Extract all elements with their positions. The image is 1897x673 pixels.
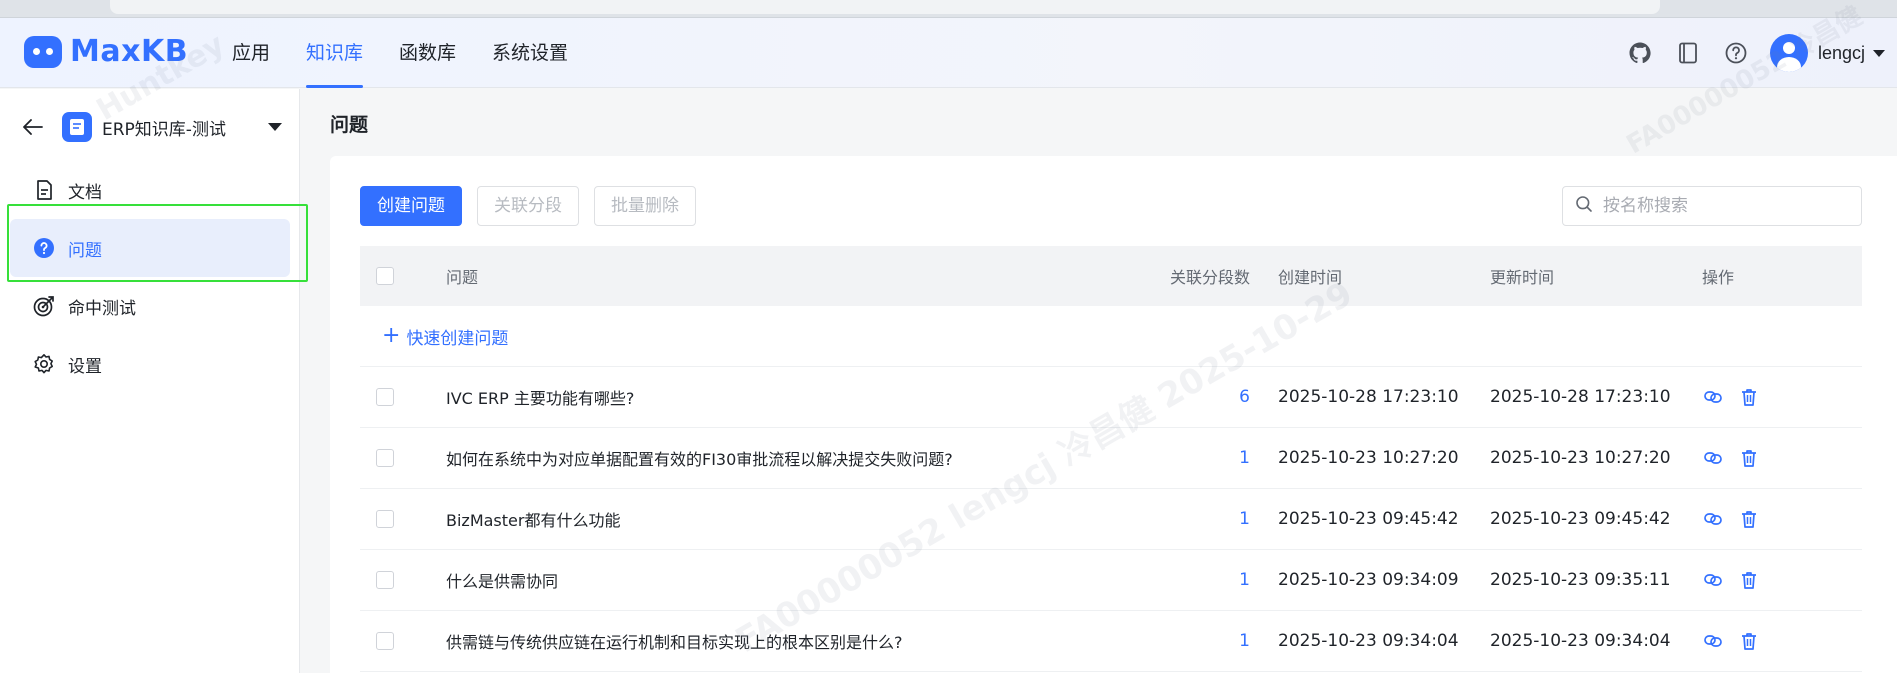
user-menu-chevron-down-icon[interactable] bbox=[1873, 49, 1885, 57]
search-box[interactable] bbox=[1562, 186, 1862, 226]
row-checkbox[interactable] bbox=[376, 449, 394, 467]
row-count[interactable]: 1 bbox=[1160, 448, 1260, 468]
link-icon[interactable] bbox=[1702, 569, 1724, 591]
delete-icon[interactable] bbox=[1738, 508, 1760, 530]
row-updated: 2025-10-28 17:23:10 bbox=[1490, 387, 1671, 407]
delete-icon[interactable] bbox=[1738, 569, 1760, 591]
table-row[interactable]: IVC ERP 主要功能有哪些? 6 2025-10-28 17:23:10 2… bbox=[360, 367, 1862, 428]
row-created: 2025-10-28 17:23:10 bbox=[1278, 387, 1459, 407]
avatar[interactable] bbox=[1769, 34, 1808, 72]
plus-icon: + bbox=[382, 323, 401, 348]
link-segments-button[interactable]: 关联分段 bbox=[477, 186, 579, 226]
row-checkbox[interactable] bbox=[376, 510, 394, 528]
row-updated: 2025-10-23 09:35:11 bbox=[1490, 570, 1671, 590]
row-updated: 2025-10-23 10:27:20 bbox=[1490, 448, 1671, 468]
target-icon bbox=[32, 294, 56, 318]
address-bar[interactable] bbox=[110, 0, 1660, 14]
question-icon bbox=[32, 236, 56, 260]
column-header-question: 问题 bbox=[446, 268, 479, 287]
questions-table: 问题 关联分段数 创建时间 更新时间 操作 + 快速创建问题 IVC ERP 主… bbox=[360, 246, 1862, 672]
delete-icon[interactable] bbox=[1738, 447, 1760, 469]
knowledge-base-name: ERP知识库-测试 bbox=[102, 119, 226, 140]
sidebar-item-label: 命中测试 bbox=[68, 298, 136, 319]
quick-create-label: 快速创建问题 bbox=[406, 328, 509, 349]
nav-item-knowledge[interactable]: 知识库 bbox=[306, 18, 364, 88]
sidebar-item-label: 文档 bbox=[68, 182, 102, 203]
main-nav: 应用 知识库 函数库 系统设置 bbox=[232, 18, 568, 88]
delete-icon[interactable] bbox=[1738, 630, 1760, 652]
search-icon bbox=[1575, 195, 1593, 217]
row-updated: 2025-10-23 09:34:04 bbox=[1490, 631, 1671, 651]
document-icon bbox=[32, 178, 56, 202]
logo-text: MaxKB bbox=[70, 34, 189, 69]
row-checkbox[interactable] bbox=[376, 632, 394, 650]
row-created: 2025-10-23 09:34:09 bbox=[1278, 570, 1459, 590]
quick-create-question-link[interactable]: + 快速创建问题 bbox=[360, 306, 1862, 367]
sidebar: ERP知识库-测试 文档 问题 命中测试 设置 bbox=[0, 89, 300, 673]
chevron-down-icon[interactable] bbox=[268, 123, 282, 131]
row-question[interactable]: 如何在系统中为对应单据配置有效的FI30审批流程以解决提交失败问题? bbox=[446, 446, 1160, 470]
top-header: MaxKB 应用 知识库 函数库 系统设置 lengcj bbox=[0, 18, 1897, 88]
column-header-count: 关联分段数 bbox=[1169, 268, 1250, 287]
table-header: 问题 关联分段数 创建时间 更新时间 操作 bbox=[360, 246, 1862, 306]
create-question-button[interactable]: 创建问题 bbox=[360, 186, 462, 226]
username[interactable]: lengcj bbox=[1818, 43, 1865, 64]
questions-card: 创建问题 关联分段 批量删除 问题 关联分段数 创建时间 更新时间 操作 + 快… bbox=[330, 156, 1897, 673]
sidebar-item-label: 问题 bbox=[68, 240, 102, 261]
page-title: 问题 bbox=[330, 114, 369, 136]
table-row[interactable]: 如何在系统中为对应单据配置有效的FI30审批流程以解决提交失败问题? 1 202… bbox=[360, 428, 1862, 489]
row-created: 2025-10-23 09:45:42 bbox=[1278, 509, 1459, 529]
knowledge-base-switcher[interactable]: ERP知识库-测试 bbox=[20, 111, 282, 143]
nav-item-apps[interactable]: 应用 bbox=[232, 18, 270, 88]
nav-item-functions[interactable]: 函数库 bbox=[399, 18, 456, 88]
sidebar-item-settings[interactable]: 设置 bbox=[10, 335, 290, 393]
app-logo[interactable]: MaxKB bbox=[24, 34, 188, 69]
row-count[interactable]: 1 bbox=[1160, 570, 1260, 590]
robot-logo-icon bbox=[24, 35, 62, 68]
sidebar-item-hit-test[interactable]: 命中测试 bbox=[10, 277, 290, 335]
sidebar-menu: 文档 问题 命中测试 设置 bbox=[10, 161, 290, 393]
sidebar-item-questions[interactable]: 问题 bbox=[10, 219, 290, 277]
row-question[interactable]: IVC ERP 主要功能有哪些? bbox=[446, 385, 1160, 409]
row-updated: 2025-10-23 09:45:42 bbox=[1490, 509, 1671, 529]
table-row[interactable]: 什么是供需协同 1 2025-10-23 09:34:09 2025-10-23… bbox=[360, 550, 1862, 611]
link-icon[interactable] bbox=[1702, 508, 1724, 530]
nav-item-settings[interactable]: 系统设置 bbox=[492, 18, 568, 88]
back-arrow-icon[interactable] bbox=[20, 114, 46, 140]
link-icon[interactable] bbox=[1702, 447, 1724, 469]
row-checkbox[interactable] bbox=[376, 571, 394, 589]
row-checkbox[interactable] bbox=[376, 388, 394, 406]
sidebar-item-label: 设置 bbox=[68, 356, 102, 377]
column-header-created: 创建时间 bbox=[1278, 268, 1343, 287]
column-header-ops: 操作 bbox=[1702, 268, 1735, 287]
row-count[interactable]: 1 bbox=[1160, 509, 1260, 529]
book-icon[interactable] bbox=[1674, 39, 1702, 67]
column-header-updated: 更新时间 bbox=[1490, 268, 1555, 287]
browser-chrome bbox=[0, 0, 1897, 18]
row-question[interactable]: BizMaster都有什么功能 bbox=[446, 507, 1160, 531]
gear-icon bbox=[32, 352, 56, 376]
link-icon[interactable] bbox=[1702, 630, 1724, 652]
row-question[interactable]: 供需链与传统供应链在运行机制和目标实现上的根本区别是什么? bbox=[446, 629, 1160, 653]
table-row[interactable]: 供需链与传统供应链在运行机制和目标实现上的根本区别是什么? 1 2025-10-… bbox=[360, 611, 1862, 672]
table-row[interactable]: BizMaster都有什么功能 1 2025-10-23 09:45:42 20… bbox=[360, 489, 1862, 550]
row-created: 2025-10-23 10:27:20 bbox=[1278, 448, 1459, 468]
select-all-checkbox[interactable] bbox=[376, 267, 394, 285]
row-count[interactable]: 1 bbox=[1160, 631, 1260, 651]
link-icon[interactable] bbox=[1702, 386, 1724, 408]
row-created: 2025-10-23 09:34:04 bbox=[1278, 631, 1459, 651]
help-icon[interactable] bbox=[1722, 39, 1750, 67]
row-count[interactable]: 6 bbox=[1160, 387, 1260, 407]
header-actions: lengcj bbox=[1626, 18, 1897, 88]
row-question[interactable]: 什么是供需协同 bbox=[446, 568, 1160, 592]
sidebar-item-documents[interactable]: 文档 bbox=[10, 161, 290, 219]
batch-delete-button[interactable]: 批量删除 bbox=[594, 186, 696, 226]
github-icon[interactable] bbox=[1626, 39, 1654, 67]
search-input[interactable] bbox=[1603, 196, 1843, 216]
delete-icon[interactable] bbox=[1738, 386, 1760, 408]
knowledge-base-icon bbox=[62, 112, 92, 142]
